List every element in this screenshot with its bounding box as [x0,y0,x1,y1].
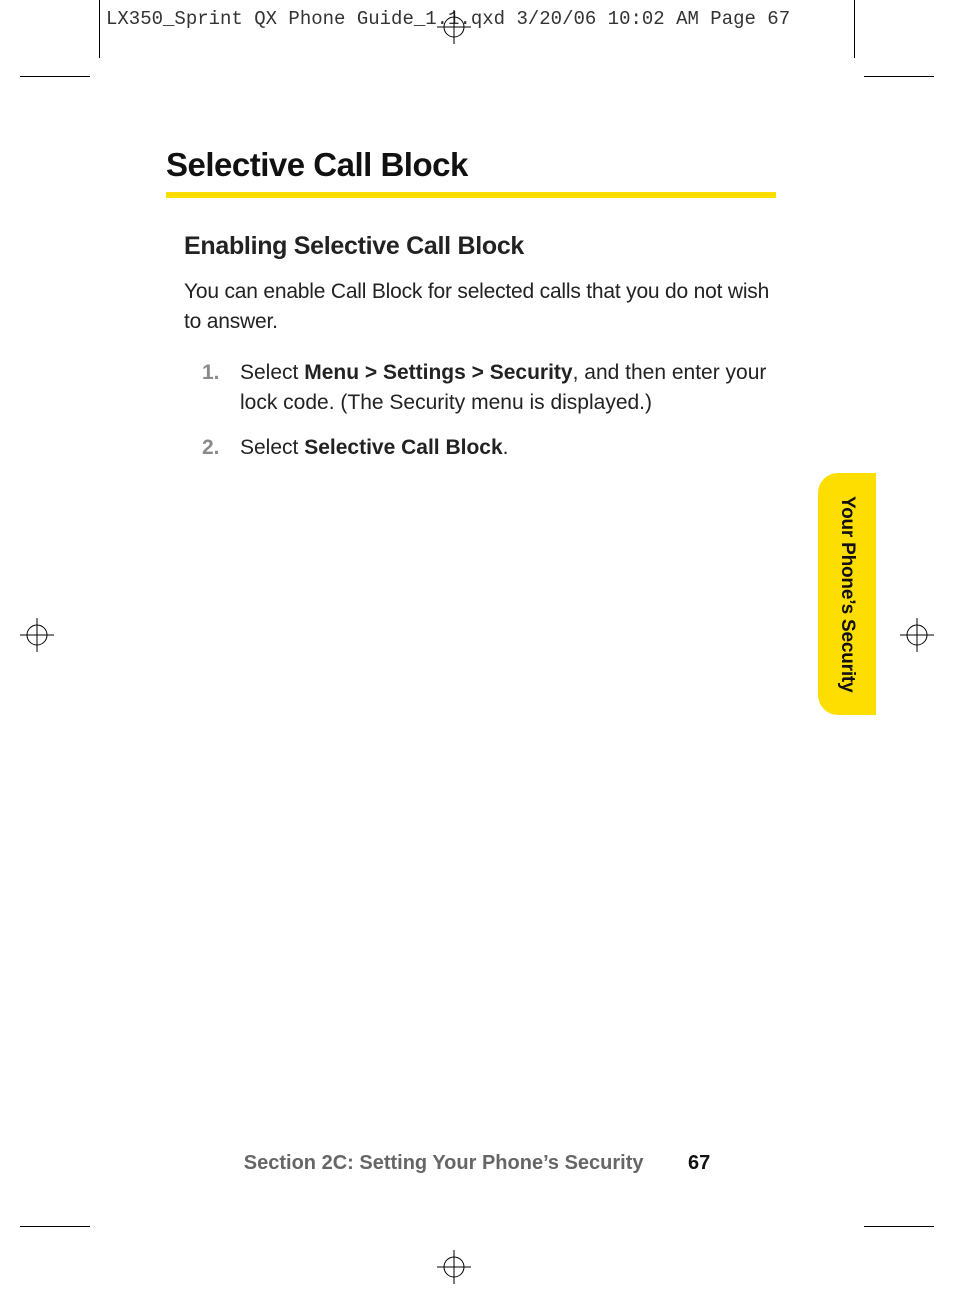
step-text: Select [240,361,304,384]
step-text: Select [240,436,304,459]
registration-mark-icon [437,10,471,44]
crop-mark [20,1226,90,1227]
step-bold: Menu > Settings > Security [304,361,572,384]
step-body: Select Menu > Settings > Security, and t… [240,358,776,419]
section-heading: Enabling Selective Call Block [184,232,776,261]
steps-list: 1. Select Menu > Settings > Security, an… [202,358,776,463]
footer-page-number: 67 [688,1152,710,1174]
page-root: LX350_Sprint QX Phone Guide_1.1.qxd 3/20… [0,0,954,1304]
page-footer: Section 2C: Setting Your Phone’s Securit… [0,1152,954,1175]
content-area: Selective Call Block Enabling Selective … [166,146,776,477]
side-tab: Your Phone’s Security [818,473,876,715]
crop-mark [864,76,934,77]
title-underline [166,192,776,198]
page-title: Selective Call Block [166,146,776,184]
intro-paragraph: You can enable Call Block for selected c… [184,277,776,338]
crop-mark [854,0,855,58]
crop-mark [20,76,90,77]
step-body: Select Selective Call Block. [240,433,776,463]
registration-mark-icon [20,618,54,652]
side-tab-label: Your Phone’s Security [836,496,858,692]
step-number: 2. [202,433,240,463]
step-text: . [503,436,509,459]
step-bold: Selective Call Block [304,436,502,459]
step-item: 1. Select Menu > Settings > Security, an… [202,358,776,419]
registration-mark-icon [437,1250,471,1284]
step-item: 2. Select Selective Call Block. [202,433,776,463]
registration-mark-icon [900,618,934,652]
crop-mark [99,0,100,58]
footer-section: Section 2C: Setting Your Phone’s Securit… [244,1152,644,1174]
step-number: 1. [202,358,240,388]
crop-mark [864,1226,934,1227]
